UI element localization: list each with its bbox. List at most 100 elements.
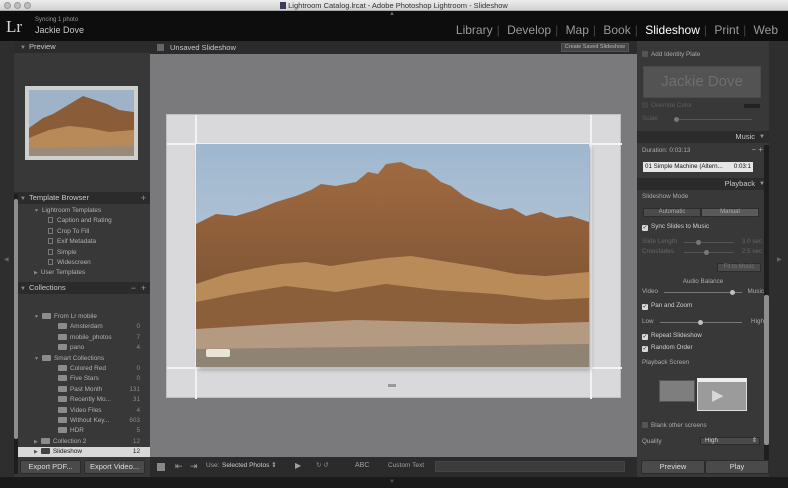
right-edge-strip[interactable]: ▶ xyxy=(769,41,788,477)
export-video-button[interactable]: Export Video... xyxy=(84,460,145,474)
module-book[interactable]: Book xyxy=(601,23,632,37)
fit-to-music-button[interactable]: Fit to Music xyxy=(717,263,761,272)
play-preview-icon[interactable]: ▶ xyxy=(295,461,301,471)
add-text-button[interactable]: ABC xyxy=(355,461,369,471)
slider-knob[interactable] xyxy=(698,320,703,325)
module-develop[interactable]: Develop xyxy=(505,23,553,37)
identity-plate-toggle[interactable]: Add Identity Plate xyxy=(642,51,764,58)
template-browser-header[interactable]: ▼ Template Browser + xyxy=(14,192,150,204)
manual-mode-button[interactable]: Manual xyxy=(701,208,759,217)
screen-2-selected[interactable]: ▶ xyxy=(697,378,747,411)
list-item[interactable]: Exif Metadata xyxy=(14,237,150,247)
use-selector[interactable]: Selected Photos ⇕ xyxy=(222,461,277,471)
module-web[interactable]: Web xyxy=(752,23,780,37)
list-item[interactable]: Caption and Rating xyxy=(14,216,150,226)
collection-item[interactable]: pano 4 xyxy=(14,343,150,353)
right-scrollbar[interactable] xyxy=(764,145,769,460)
color-swatch[interactable] xyxy=(744,104,760,108)
collection-item[interactable]: Without Key... 603 xyxy=(14,416,150,426)
create-saved-slideshow-button[interactable]: Create Saved Slideshow xyxy=(560,43,629,52)
override-color-row[interactable]: Override Color xyxy=(642,102,764,109)
collection-item[interactable]: Five Stars 0 xyxy=(14,374,150,384)
filmstrip-collapsed[interactable]: ▼ xyxy=(0,477,788,488)
zoom-window-icon[interactable] xyxy=(24,2,31,9)
slider-knob[interactable] xyxy=(696,240,701,245)
collection-item[interactable]: Past Month 131 xyxy=(14,385,150,395)
checkbox-icon[interactable] xyxy=(642,422,648,428)
collection-item[interactable]: Recently Mo... 31 xyxy=(14,395,150,405)
checkbox-icon[interactable] xyxy=(642,102,648,108)
collection-item-selected[interactable]: ▶ Slideshow 12 xyxy=(14,447,150,458)
collections-header[interactable]: ▼ Collections − + xyxy=(14,282,150,294)
playback-header[interactable]: Playback ▼ xyxy=(637,178,769,190)
slider-knob[interactable] xyxy=(704,250,709,255)
remove-collection-icon[interactable]: − xyxy=(131,282,136,294)
collection-item[interactable]: Amsterdam 0 xyxy=(14,322,150,332)
previous-slide-icon[interactable]: ⇤ xyxy=(175,461,183,471)
custom-text-input[interactable] xyxy=(435,461,625,472)
stop-icon[interactable] xyxy=(157,463,165,471)
list-item[interactable]: Widescreen xyxy=(14,258,150,268)
screen-1[interactable] xyxy=(659,380,695,402)
rotate-icon[interactable]: ↻ ↺ xyxy=(316,461,329,471)
export-pdf-button[interactable]: Export PDF... xyxy=(20,460,81,474)
guide-bottom[interactable] xyxy=(167,367,622,369)
preview-button[interactable]: Preview xyxy=(641,460,705,474)
collection-item[interactable]: Colored Red 0 xyxy=(14,364,150,374)
quality-select[interactable]: High ⇕ xyxy=(700,437,760,445)
checkbox-icon[interactable]: ✓ xyxy=(642,334,648,340)
slide-photo[interactable] xyxy=(196,144,589,367)
add-music-icon[interactable]: + xyxy=(758,145,763,154)
right-panel-toggle-icon[interactable]: ▶ xyxy=(777,256,782,263)
expand-filmstrip-icon[interactable]: ▼ xyxy=(389,479,395,485)
checkbox-icon[interactable]: ✓ xyxy=(642,304,648,310)
close-window-icon[interactable] xyxy=(4,2,11,9)
list-item[interactable]: Simple xyxy=(14,248,150,258)
sync-slides-toggle[interactable]: ✓ Sync Slides to Music xyxy=(642,223,764,231)
pan-zoom-slider[interactable] xyxy=(660,320,742,325)
collection-item[interactable]: Video Files 4 xyxy=(14,406,150,416)
add-collection-icon[interactable]: + xyxy=(141,282,146,294)
sync-status[interactable]: Syncing 1 photo xyxy=(35,17,78,23)
music-header[interactable]: Music ▼ xyxy=(637,131,769,143)
collection-item[interactable]: mobile_photos 7 xyxy=(14,333,150,343)
blank-screens-toggle[interactable]: Blank other screens xyxy=(642,422,764,429)
slider-knob[interactable] xyxy=(730,290,735,295)
checkbox-icon[interactable]: ✓ xyxy=(642,225,648,231)
collapse-top-arrow-icon[interactable]: ▲ xyxy=(389,11,395,17)
list-item[interactable]: ▼ Lightroom Templates xyxy=(14,206,150,216)
collection-item[interactable]: ▶ Collection 2 12 xyxy=(14,437,150,447)
guide-right[interactable] xyxy=(590,115,592,399)
module-slideshow[interactable]: Slideshow xyxy=(643,23,702,37)
identity-plate-preview[interactable]: Jackie Dove xyxy=(643,66,761,98)
module-map[interactable]: Map xyxy=(564,23,591,37)
random-order-toggle[interactable]: ✓ Random Order xyxy=(642,344,764,352)
left-scrollbar[interactable] xyxy=(14,194,18,474)
crossfades-slider[interactable] xyxy=(684,250,734,255)
preview-header[interactable]: ▼ Preview xyxy=(14,41,150,53)
collection-set[interactable]: ▼ From Lr mobile xyxy=(14,312,150,322)
list-item[interactable]: ▶ User Templates xyxy=(14,268,150,278)
music-track[interactable]: 01 Simple Machine (Altern... 0:03:1 xyxy=(643,162,753,172)
left-panel-toggle-icon[interactable]: ◀ xyxy=(4,256,9,263)
repeat-slideshow-toggle[interactable]: ✓ Repeat Slideshow xyxy=(642,332,764,340)
list-item[interactable]: Crop To Fill xyxy=(14,227,150,237)
minimize-window-icon[interactable] xyxy=(14,2,21,9)
scale-slider-knob[interactable] xyxy=(674,117,679,122)
scale-slider[interactable] xyxy=(674,117,752,122)
slide-length-slider[interactable] xyxy=(684,240,734,245)
audio-balance-slider[interactable] xyxy=(664,290,742,295)
left-scrollbar-thumb[interactable] xyxy=(14,199,18,439)
module-library[interactable]: Library xyxy=(454,23,495,37)
resize-handle-icon[interactable] xyxy=(388,384,396,387)
add-template-icon[interactable]: + xyxy=(141,192,146,204)
pan-zoom-toggle[interactable]: ✓ Pan and Zoom xyxy=(642,302,764,310)
remove-music-icon[interactable]: − xyxy=(751,145,756,154)
left-edge-strip[interactable]: ◀ xyxy=(0,41,14,477)
checkbox-icon[interactable]: ✓ xyxy=(642,346,648,352)
collection-item[interactable]: HDR 5 xyxy=(14,426,150,436)
checkbox-icon[interactable] xyxy=(642,51,648,57)
collection-set[interactable]: ▼ Smart Collections xyxy=(14,354,150,364)
next-slide-icon[interactable]: ⇥ xyxy=(190,461,198,471)
play-button[interactable]: Play xyxy=(705,460,769,474)
